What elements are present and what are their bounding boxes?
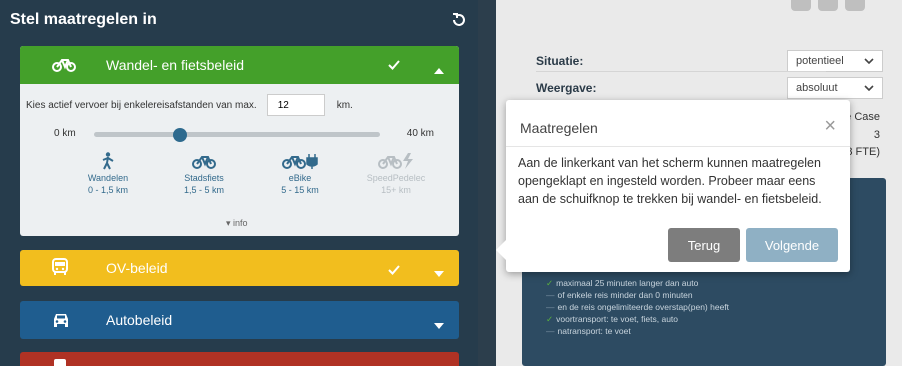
measures-title: Stel maatregelen in [10,11,157,28]
measures-panel: Stel maatregelen in Wandel- en fietsbele… [0,0,478,366]
situation-select[interactable]: potentieel [787,50,883,72]
list-item: ✓ maximaal 25 minuten langer dan auto [546,278,699,288]
mode-city-bike-range: 1,5 - 5 km [183,185,224,195]
ebike-icon [282,154,318,169]
list-item: ✓ voortransport: te voet, fiets, auto [546,314,679,324]
close-icon[interactable]: × [824,116,836,136]
caret-down-icon: ▾ [226,218,231,228]
criteria-list: ✓ maximaal 25 minuten langer dan auto — of… [546,277,729,337]
chevron-up-icon[interactable] [434,61,444,77]
view-value: absoluut [796,82,838,94]
distance-unit: km. [336,99,353,111]
mode-speedpedelec: SpeedPedelec 15+ km [348,152,444,196]
slider-track[interactable] [94,128,380,142]
chevron-down-icon[interactable] [434,265,444,281]
check-icon [388,57,400,73]
back-button[interactable]: Terug [668,228,740,262]
bus-icon [52,258,74,278]
info-toggle[interactable]: ▾ info [226,218,248,229]
walk-bike-settings: Kies actief vervoer bij enkelereisafstan… [20,84,459,236]
check-icon: ✓ [546,278,554,288]
mode-speedpedelec-name: SpeedPedelec [366,173,426,183]
slider-max-label: 40 km [406,128,434,139]
section-walk-bike-label: Wandel- en fietsbeleid [106,57,245,73]
list-item: — of enkele reis minder dan 0 minuten [546,290,693,300]
dialog-divider [506,146,850,147]
check-icon: ✓ [546,314,554,324]
divider [536,71,826,72]
partial-icon [54,359,66,366]
bicycle-icon [52,55,76,75]
chevron-down-icon[interactable] [434,317,444,333]
dash-icon: — [546,302,555,312]
section-walk-bike-header[interactable]: Wandel- en fietsbeleid [20,46,459,84]
view-row: Weergave: absoluut [536,77,883,99]
mode-city-bike: Stadsfiets 1,5 - 5 km [156,152,252,196]
mode-ebike-range: 5 - 15 km [281,185,319,195]
toolbar [791,0,865,11]
distance-slider[interactable]: 0 km 40 km [54,126,434,142]
view-select[interactable]: absoluut [787,77,883,99]
dash-icon: — [546,290,555,300]
section-ov-label: OV-beleid [106,260,168,276]
section-ov-header[interactable]: OV-beleid [20,250,459,286]
mode-city-bike-name: Stadsfiets [184,173,224,183]
section-ov[interactable]: OV-beleid [20,250,459,286]
measures-header: Stel maatregelen in [8,4,470,36]
situation-label: Situatie: [536,54,584,68]
dialog-pointer [496,240,506,260]
slider-handle[interactable] [172,128,187,142]
tour-dialog: Maatregelen × Aan de linkerkant van het … [496,100,850,272]
situation-value: potentieel [796,55,844,67]
distance-label: Kies actief vervoer bij enkelereisafstan… [26,99,257,111]
dialog-title: Maatregelen [520,120,598,136]
situation-row: Situatie: potentieel [536,50,883,72]
mode-walking: Wandelen 0 - 1,5 km [60,152,156,196]
mode-list: Wandelen 0 - 1,5 km Stadsfiets 1,5 - 5 k… [60,152,444,196]
check-icon [388,262,400,278]
section-auto[interactable]: Autobeleid [20,301,459,339]
chevron-down-icon [864,82,874,94]
list-item: — en de reis ongelimiteerde overstap(pen)… [546,302,730,312]
mode-ebike-name: eBike [288,173,312,183]
speedpedelec-icon [378,153,413,169]
bicycle-icon [192,156,216,169]
reset-icon[interactable] [448,9,470,31]
next-button[interactable]: Volgende [746,228,838,262]
section-auto-label: Autobeleid [106,312,173,328]
dialog-body: Aan de linkerkant van het scherm kunnen … [518,156,822,206]
toolbar-button[interactable] [845,0,865,11]
section-auto-header[interactable]: Autobeleid [20,301,459,339]
mode-speedpedelec-range: 15+ km [381,185,411,195]
mode-ebike: eBike 5 - 15 km [252,152,348,196]
mode-walking-name: Wandelen [87,173,129,183]
dash-icon: — [546,326,555,336]
distance-row: Kies actief vervoer bij enkelereisafstan… [26,94,353,116]
section-partial[interactable] [20,352,459,366]
partial-text: e Case [845,111,880,123]
toolbar-button[interactable] [818,0,838,11]
walking-icon [102,152,114,170]
distance-input[interactable] [266,94,325,116]
slider-min-label: 0 km [54,128,76,139]
section-walk-bike: Wandel- en fietsbeleid Kies actief vervo… [20,46,459,236]
info-label: info [233,218,248,228]
partial-text: 3 [873,129,880,141]
chevron-down-icon [864,55,874,67]
view-label: Weergave: [536,81,597,95]
toolbar-button[interactable] [791,0,811,11]
car-icon [52,312,74,332]
mode-walking-range: 0 - 1,5 km [87,185,128,195]
list-item: — natransport: te voet [546,326,631,336]
